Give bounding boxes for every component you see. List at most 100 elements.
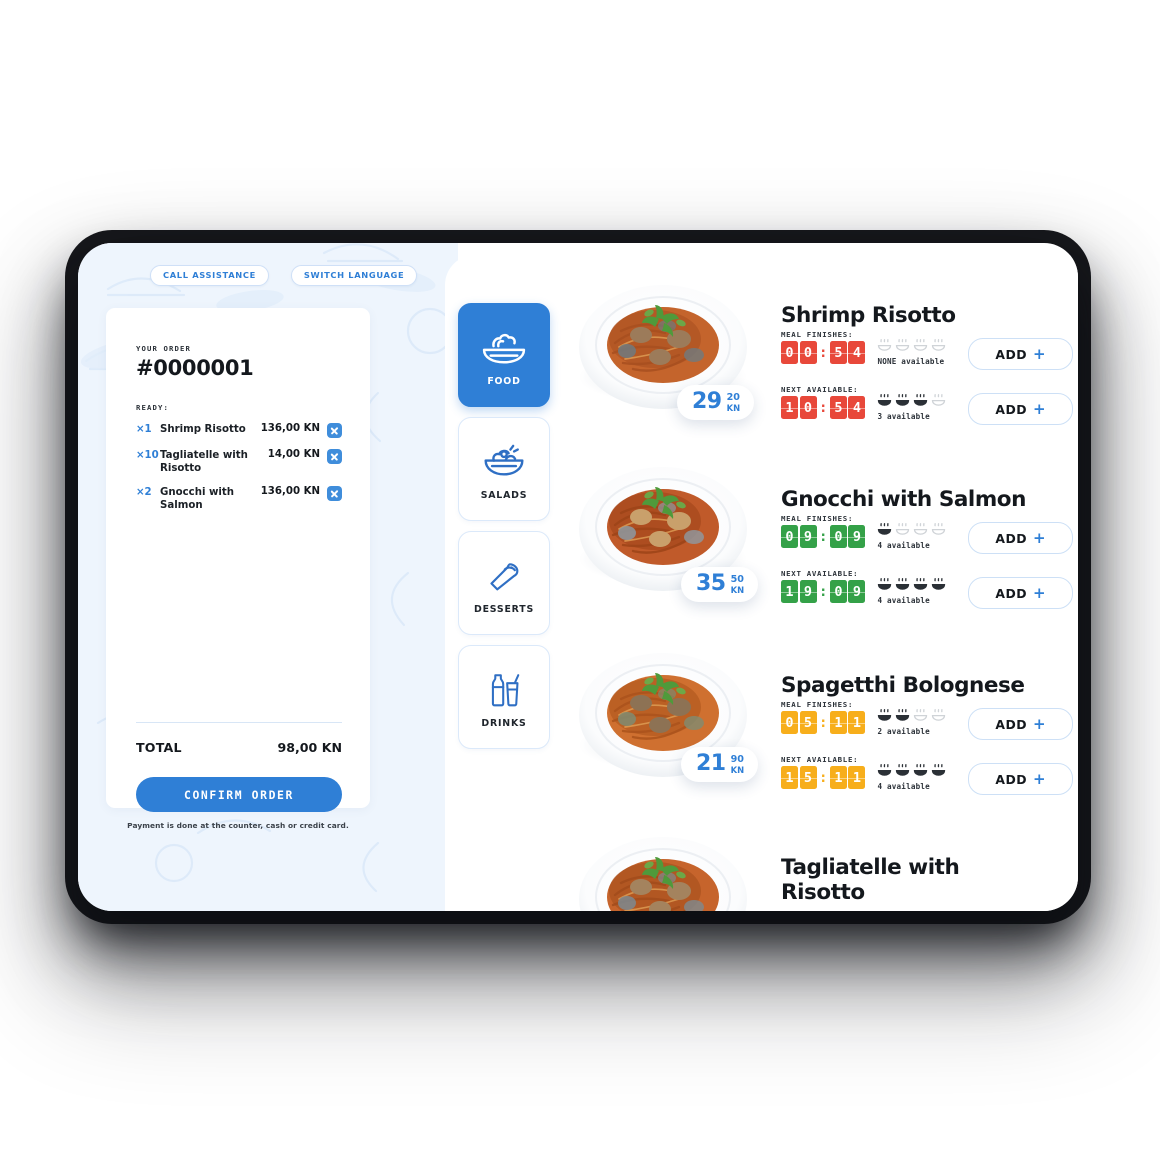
availability-block: 4 available [877,577,946,605]
order-item-row: ×1 Shrimp Risotto 136,00 KN [136,423,342,438]
price-fraction: 90 KN [731,754,745,775]
portion-bowl-icon [895,708,910,727]
availability-row: NEXT AVAILABLE: 1 9:0 9 4 available [781,569,946,606]
add-to-order-button[interactable]: ADD + [968,577,1073,609]
category-salads[interactable]: SALADS [458,417,550,521]
category-food[interactable]: FOOD [458,303,550,407]
timer-digit: 1 [781,766,798,789]
portion-bowl-icon [913,577,928,596]
switch-language-button[interactable]: SWITCH LANGUAGE [290,265,418,287]
kiosk-tablet-device: CALL ASSISTANCE SWITCH LANGUAGE YOUR ORD… [78,243,1078,911]
add-label: ADD [995,585,1028,601]
plus-icon: + [1033,770,1046,788]
timer-digit: 5 [799,711,817,734]
portion-bowl-icon [913,708,928,727]
timer-colon: : [819,399,828,416]
timer-digit: 1 [848,711,866,734]
item-name: Shrimp Risotto [160,424,246,435]
item-price: 136,00 KN [260,423,320,434]
availability-block: 4 available [877,763,946,791]
add-to-order-button[interactable]: ADD + [968,338,1073,370]
add-label: ADD [995,716,1028,732]
portion-indicator [877,577,946,596]
order-number: #0000001 [136,356,254,380]
plus-icon: + [1033,584,1046,602]
plus-icon: + [1033,529,1046,547]
order-item-list: ×1 Shrimp Risotto 136,00 KN ×10 Tagliatelle … [136,423,342,512]
timer-digit: 9 [799,525,817,548]
call-assistance-button[interactable]: CALL ASSISTANCE [150,265,269,287]
payment-note: Payment is done at the counter, cash or … [127,821,349,830]
timer-digit: 0 [781,525,798,548]
price-currency: KN [726,403,741,413]
price-cents: 50 [730,574,744,585]
portion-bowl-icon [877,393,892,412]
timer-digit: 5 [829,341,847,364]
timer-colon: : [819,528,828,545]
category-desserts[interactable]: DESSERTS [458,531,550,635]
timer-digit: 0 [829,580,847,603]
add-to-order-button[interactable]: ADD + [968,522,1073,554]
price-cents: 20 [726,392,740,403]
price-currency: KN [730,765,745,775]
confirm-order-button[interactable]: CONFIRM ORDER [136,777,342,812]
availability-text: NONE available [877,357,945,366]
category-drinks[interactable]: DRINKS [458,645,550,749]
price-fraction: 20 KN [727,392,741,413]
portion-bowl-icon [877,577,892,596]
add-to-order-button[interactable]: ADD + [968,763,1073,795]
price-fraction: 50 KN [731,574,745,595]
availability-row: MEAL FINISHES: 0 9:0 9 4 available [781,514,946,551]
total-value: 98,00 KN [277,740,342,755]
add-to-order-button[interactable]: ADD + [968,393,1073,425]
add-label: ADD [995,346,1028,362]
remove-item-button[interactable] [327,423,342,438]
plate-of-food-icon [481,324,527,372]
remove-item-button[interactable] [327,449,342,464]
item-quantity: ×1 [136,424,152,435]
item-name: Gnocchi with Salmon [160,487,235,511]
item-name: Tagliatelle with Risotto [160,450,248,474]
portion-bowl-icon [913,763,928,782]
portion-bowl-icon [913,338,928,357]
portion-indicator [877,763,946,782]
price-main: 21 [696,751,726,776]
timer-digit: 9 [848,525,866,548]
portion-bowl-icon [895,338,910,357]
timer-digit: 0 [781,341,798,364]
timer-digit: 4 [848,396,866,419]
category-label: FOOD [487,375,521,387]
availability-row: MEAL FINISHES: 0 0:5 4 NONE available [781,330,946,367]
remove-item-button[interactable] [327,486,342,501]
countdown-timer: 05:11 [781,711,866,734]
ready-label: READY: [136,403,169,412]
timer-digit: 5 [829,396,847,419]
portion-bowl-icon [895,763,910,782]
timer-digit: 9 [799,580,817,603]
category-rail: FOOD SALADS DESSERTS DRINKS [458,303,550,759]
screenshot-stage: CALL ASSISTANCE SWITCH LANGUAGE YOUR ORD… [0,0,1160,1160]
row-label: NEXT AVAILABLE: [781,755,859,764]
portion-bowl-icon [913,522,928,541]
portion-indicator [877,393,946,412]
order-summary-card: YOUR ORDER #0000001 READY: ×1 Shrimp Riso… [106,308,370,830]
portion-bowl-icon [931,763,946,782]
portion-indicator [877,522,946,541]
ice-cream-cone-icon [484,552,524,600]
portion-bowl-icon [877,338,892,357]
menu-item-title: Shrimp Risotto [781,303,956,328]
add-label: ADD [995,771,1028,787]
add-to-order-button[interactable]: ADD + [968,708,1073,740]
category-label: SALADS [480,489,528,501]
price-cents: 90 [730,754,744,765]
order-card-header: YOUR ORDER #0000001 READY: ×1 Shrimp Riso… [136,344,342,523]
availability-text: 4 available [877,596,930,605]
top-action-buttons: CALL ASSISTANCE SWITCH LANGUAGE [150,265,418,287]
item-quantity: ×10 [136,450,159,461]
order-item-row: ×2 Gnocchi with Salmon 136,00 KN [136,486,342,512]
order-total-row: TOTAL 98,00 KN [136,740,342,755]
timer-digit: 0 [799,396,817,419]
timer-digit: 1 [829,766,847,789]
portion-bowl-icon [895,577,910,596]
price-main: 29 [692,389,722,414]
